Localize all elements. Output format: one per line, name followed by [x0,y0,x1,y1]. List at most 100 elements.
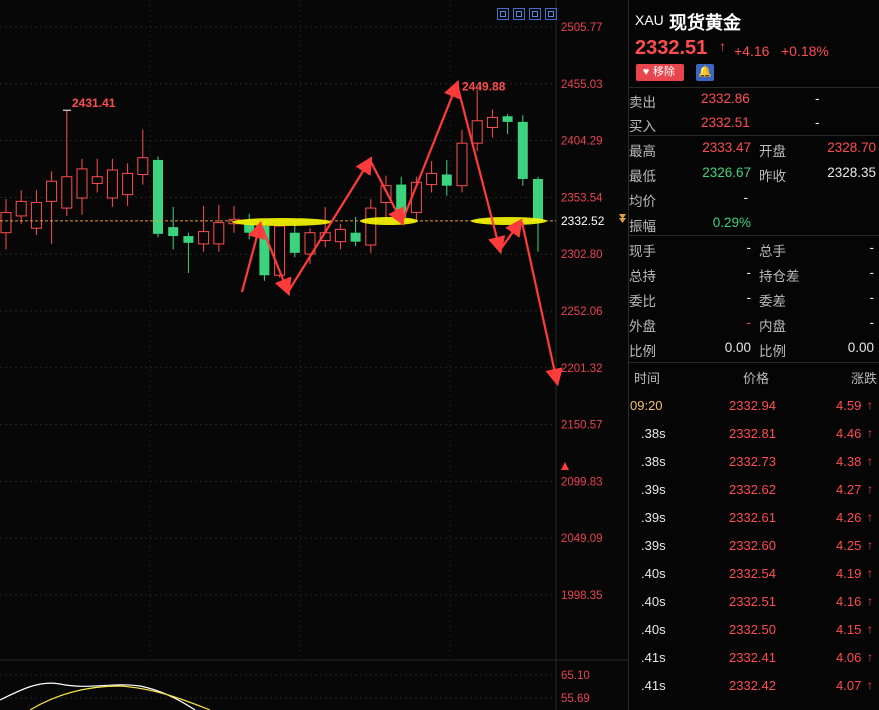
tick-row: .40s 2332.54 4.19 ↑ [629,560,879,588]
up-arrow-icon: ↑ [867,482,873,496]
quote-row: 外盘 - 内盘 - [629,311,879,336]
quote-value: 0.00 [724,340,751,355]
quote-label: 均价 [629,194,656,209]
tick-time: .39s [641,482,666,497]
candlestick-chart[interactable]: 2505.77 2455.03 2404.29 2353.54 2302.80 2252.… [0,0,628,710]
candle-body [274,225,286,276]
tick-price: 2332.62 [729,482,776,497]
support-highlight [360,217,418,225]
candle-body [0,212,12,234]
tick-price: 2332.51 [729,594,776,609]
quote-row: 委比 - 委差 - [629,286,879,311]
candle-body [15,200,27,217]
tick-price: 2332.73 [729,454,776,469]
candle-body [198,231,210,245]
candle-body [91,176,103,184]
quote-panel: XAU 现货黄金 2332.51 ↑ +4.16 +0.18% ♥ 移除 🔔 卖出… [628,0,879,710]
last-price: 2332.51 [635,37,708,59]
tick-price: 2332.94 [729,398,776,413]
y-tick-label: 2150.57 [561,420,603,432]
quote-label: 最低 [629,169,656,184]
symbol-name: 现货黄金 [669,13,741,33]
candle-body [213,222,225,245]
up-arrow-icon: ↑ [867,510,873,524]
tick-change: 4.06 [836,650,862,665]
candle-body [76,168,88,199]
quote-value: - [869,265,875,280]
quote-row: 总持 - 持仓差 - [629,261,879,286]
candle-body [533,178,543,222]
quote-label: 振幅 [629,219,656,234]
quote-value: 0.29% [712,215,751,230]
candle-body [289,232,300,253]
quote-label: 总手 [759,244,786,259]
layout-icon[interactable] [529,8,541,20]
quote-row: 买入 2332.51 - [629,111,879,136]
tick-row: .38s 2332.81 4.46 ↑ [629,420,879,448]
tick-change: 4.27 [836,482,862,497]
quote-label: 最高 [629,144,656,159]
tick-row: .39s 2332.60 4.25 ↑ [629,532,879,560]
candle-body [106,169,118,199]
current-price-label: 2332.52 [561,214,605,228]
high-label: 2431.41 [72,96,116,110]
divider [629,362,879,363]
quote-value: - [869,240,875,255]
tick-row: .39s 2332.62 4.27 ↑ [629,476,879,504]
up-arrow-icon: ↑ [867,650,873,664]
quote-label: 比例 [629,344,656,359]
window-icon[interactable] [513,8,525,20]
tick-change: 4.19 [836,566,862,581]
quote-label: 开盘 [759,144,786,159]
price-marker-icon [619,218,626,223]
up-arrow-icon: ↑ [867,622,873,636]
y-tick-label: 2252.06 [561,306,603,318]
support-highlight [232,218,332,226]
quote-value: - [746,265,752,280]
candle-body [61,176,73,209]
candle-body [183,236,194,243]
peak-label: 2449.88 [462,80,506,94]
tick-price: 2332.61 [729,510,776,525]
tick-price: 2332.81 [729,426,776,441]
alert-bell-button[interactable]: 🔔 [696,64,714,81]
candle-body [137,157,149,176]
candle-body [122,172,134,196]
quote-label: 持仓差 [759,269,800,284]
expand-icon[interactable] [497,8,509,20]
tick-price: 2332.42 [729,678,776,693]
chart-panel[interactable]: 2505.77 2455.03 2404.29 2353.54 2302.80 2252.… [0,0,628,710]
candle-body [441,174,452,186]
quote-label: 总持 [629,269,656,284]
y-tick-label: 2505.77 [561,22,603,34]
remove-favorite-button[interactable]: ♥ 移除 [636,64,684,81]
quote-label: 内盘 [759,319,786,334]
triangle-marker-icon [561,462,569,470]
quote-label: 买入 [629,119,656,134]
up-arrow-icon: ↑ [867,454,873,468]
quote-value: 2332.86 [701,91,750,106]
col-change: 涨跌 [851,371,878,386]
y-tick-label: 2455.03 [561,79,603,91]
trend-arrow [400,79,461,223]
tick-change: 4.16 [836,594,862,609]
quote-row: 最低 2326.67 昨收 2328.35 [629,161,879,186]
quote-value: 2328.70 [827,140,876,155]
tick-price: 2332.54 [729,566,776,581]
tick-change: 4.07 [836,678,862,693]
candle-body [46,180,58,202]
tick-change: 4.59 [836,398,862,413]
heart-icon: ♥ [642,66,650,78]
tick-time: .40s [641,622,666,637]
tick-price: 2332.50 [729,622,776,637]
trend-arrow [520,221,563,387]
tick-price: 2332.41 [729,650,776,665]
up-arrow-icon: ↑ [719,38,726,54]
price-change: +4.16 [734,43,770,59]
quote-label: 昨收 [759,169,786,184]
tick-time: .40s [641,594,666,609]
quote-value: 2333.47 [702,140,751,155]
candle-body [350,232,361,242]
col-price: 价格 [743,371,770,386]
settings-icon[interactable] [545,8,557,20]
